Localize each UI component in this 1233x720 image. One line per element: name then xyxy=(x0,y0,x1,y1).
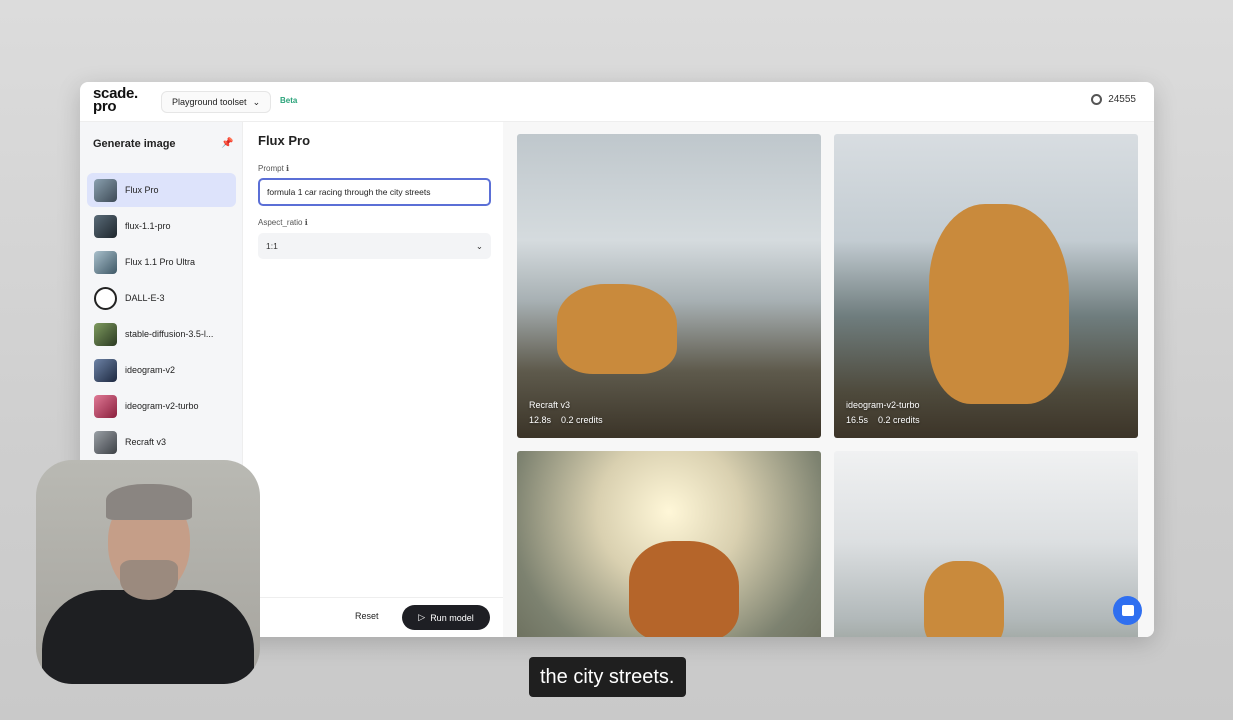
model-thumbnail xyxy=(94,430,117,454)
sidebar-item-label: stable-diffusion-3.5-l... xyxy=(125,329,214,339)
image-stats: 16.5s 0.2 credits xyxy=(846,415,920,425)
sidebar-item-label: DALL-E-3 xyxy=(125,293,165,303)
prompt-label-text: Prompt xyxy=(258,164,284,173)
chat-support-button[interactable] xyxy=(1113,596,1142,625)
person-beard xyxy=(120,560,178,600)
person-body xyxy=(42,590,254,684)
credits-display[interactable]: 24555 xyxy=(1091,94,1136,105)
reset-button[interactable]: Reset xyxy=(355,611,379,621)
image-credits: 0.2 credits xyxy=(878,415,920,425)
generated-image-card[interactable]: Recraft v3 12.8s 0.2 credits xyxy=(517,134,821,438)
model-thumbnail xyxy=(94,214,117,238)
model-thumbnail xyxy=(94,322,117,346)
toolset-label: Playground toolset xyxy=(172,97,247,107)
sidebar-item-flux-1-1-pro[interactable]: flux-1.1-pro xyxy=(87,209,236,243)
image-stats: 12.8s 0.2 credits xyxy=(529,415,603,425)
pin-icon[interactable]: 📌 xyxy=(221,138,233,149)
model-form: Flux Pro Prompt ℹ Aspect_ratio ℹ 1:1 ⌄ R… xyxy=(243,122,503,637)
play-icon: ▷ xyxy=(418,612,426,622)
dog-image xyxy=(929,204,1069,404)
dog-image xyxy=(629,541,739,637)
chevron-down-icon: ⌄ xyxy=(252,96,261,107)
generated-image-card[interactable] xyxy=(834,451,1138,637)
credits-value: 24555 xyxy=(1108,94,1136,105)
image-model-name: ideogram-v2-turbo xyxy=(846,400,920,410)
sidebar-item-recraft-v3[interactable]: Recraft v3 xyxy=(87,425,236,459)
sidebar-item-label: ideogram-v2 xyxy=(125,365,176,375)
sidebar-item-flux-pro[interactable]: Flux Pro xyxy=(87,173,236,207)
sidebar-item-label: Flux Pro xyxy=(125,185,159,195)
form-footer: Reset ▷ Run model xyxy=(243,597,503,637)
video-subtitle: the city streets. xyxy=(529,657,686,697)
aspect-ratio-label: Aspect_ratio ℹ xyxy=(258,218,308,227)
person-hair xyxy=(106,484,192,520)
sidebar-item-label: Flux 1.1 Pro Ultra xyxy=(125,257,196,267)
image-gallery: Recraft v3 12.8s 0.2 credits ideogram-v2… xyxy=(503,122,1154,637)
logo[interactable]: scade. pro xyxy=(93,86,153,114)
model-thumbnail xyxy=(94,250,117,274)
generated-image-card[interactable]: ideogram-v2-turbo 16.5s 0.2 credits xyxy=(834,134,1138,438)
model-thumbnail xyxy=(94,178,117,202)
sidebar-item-ideogram-v2[interactable]: ideogram-v2 xyxy=(87,353,236,387)
aspect-ratio-value: 1:1 xyxy=(266,241,278,251)
chat-icon xyxy=(1121,605,1134,616)
webcam-overlay xyxy=(36,460,260,684)
run-model-button[interactable]: ▷ Run model xyxy=(402,605,490,630)
form-title: Flux Pro xyxy=(258,133,311,148)
openai-logo-icon xyxy=(94,286,117,310)
info-icon[interactable]: ℹ xyxy=(305,218,308,227)
image-credits: 0.2 credits xyxy=(561,415,603,425)
top-bar: scade. pro Playground toolset ⌄ Beta 245… xyxy=(80,82,1154,122)
sidebar-item-label: ideogram-v2-turbo xyxy=(125,401,199,411)
sidebar-title: Generate image xyxy=(93,138,176,150)
dog-image xyxy=(557,284,677,374)
beta-badge: Beta xyxy=(280,96,298,105)
image-model-name: Recraft v3 xyxy=(529,400,571,410)
toolset-dropdown[interactable]: Playground toolset ⌄ xyxy=(161,91,272,113)
sidebar-item-stable-diffusion[interactable]: stable-diffusion-3.5-l... xyxy=(87,317,236,351)
sidebar-item-ideogram-v2-turbo[interactable]: ideogram-v2-turbo xyxy=(87,389,236,423)
sidebar-item-label: flux-1.1-pro xyxy=(125,221,171,231)
chevron-down-icon: ⌄ xyxy=(475,240,483,251)
dog-image xyxy=(924,561,1004,637)
run-model-label: Run model xyxy=(430,612,474,623)
sidebar-item-label: Recraft v3 xyxy=(125,437,167,447)
info-icon[interactable]: ℹ xyxy=(286,164,289,173)
generated-image-card[interactable] xyxy=(517,451,821,637)
aspect-ratio-select[interactable]: 1:1 ⌄ xyxy=(258,233,491,259)
image-time: 16.5s xyxy=(846,415,869,425)
sidebar-item-dall-e-3[interactable]: DALL-E-3 xyxy=(87,281,236,315)
model-thumbnail xyxy=(94,358,117,382)
coin-icon xyxy=(1091,94,1103,105)
model-list: Flux Pro flux-1.1-pro Flux 1.1 Pro Ultra… xyxy=(87,173,236,461)
aspect-ratio-label-text: Aspect_ratio xyxy=(258,218,303,227)
prompt-label: Prompt ℹ xyxy=(258,164,289,173)
prompt-input[interactable] xyxy=(258,178,491,206)
sidebar-item-flux-1-1-pro-ultra[interactable]: Flux 1.1 Pro Ultra xyxy=(87,245,236,279)
image-time: 12.8s xyxy=(529,415,552,425)
model-thumbnail xyxy=(94,394,117,418)
